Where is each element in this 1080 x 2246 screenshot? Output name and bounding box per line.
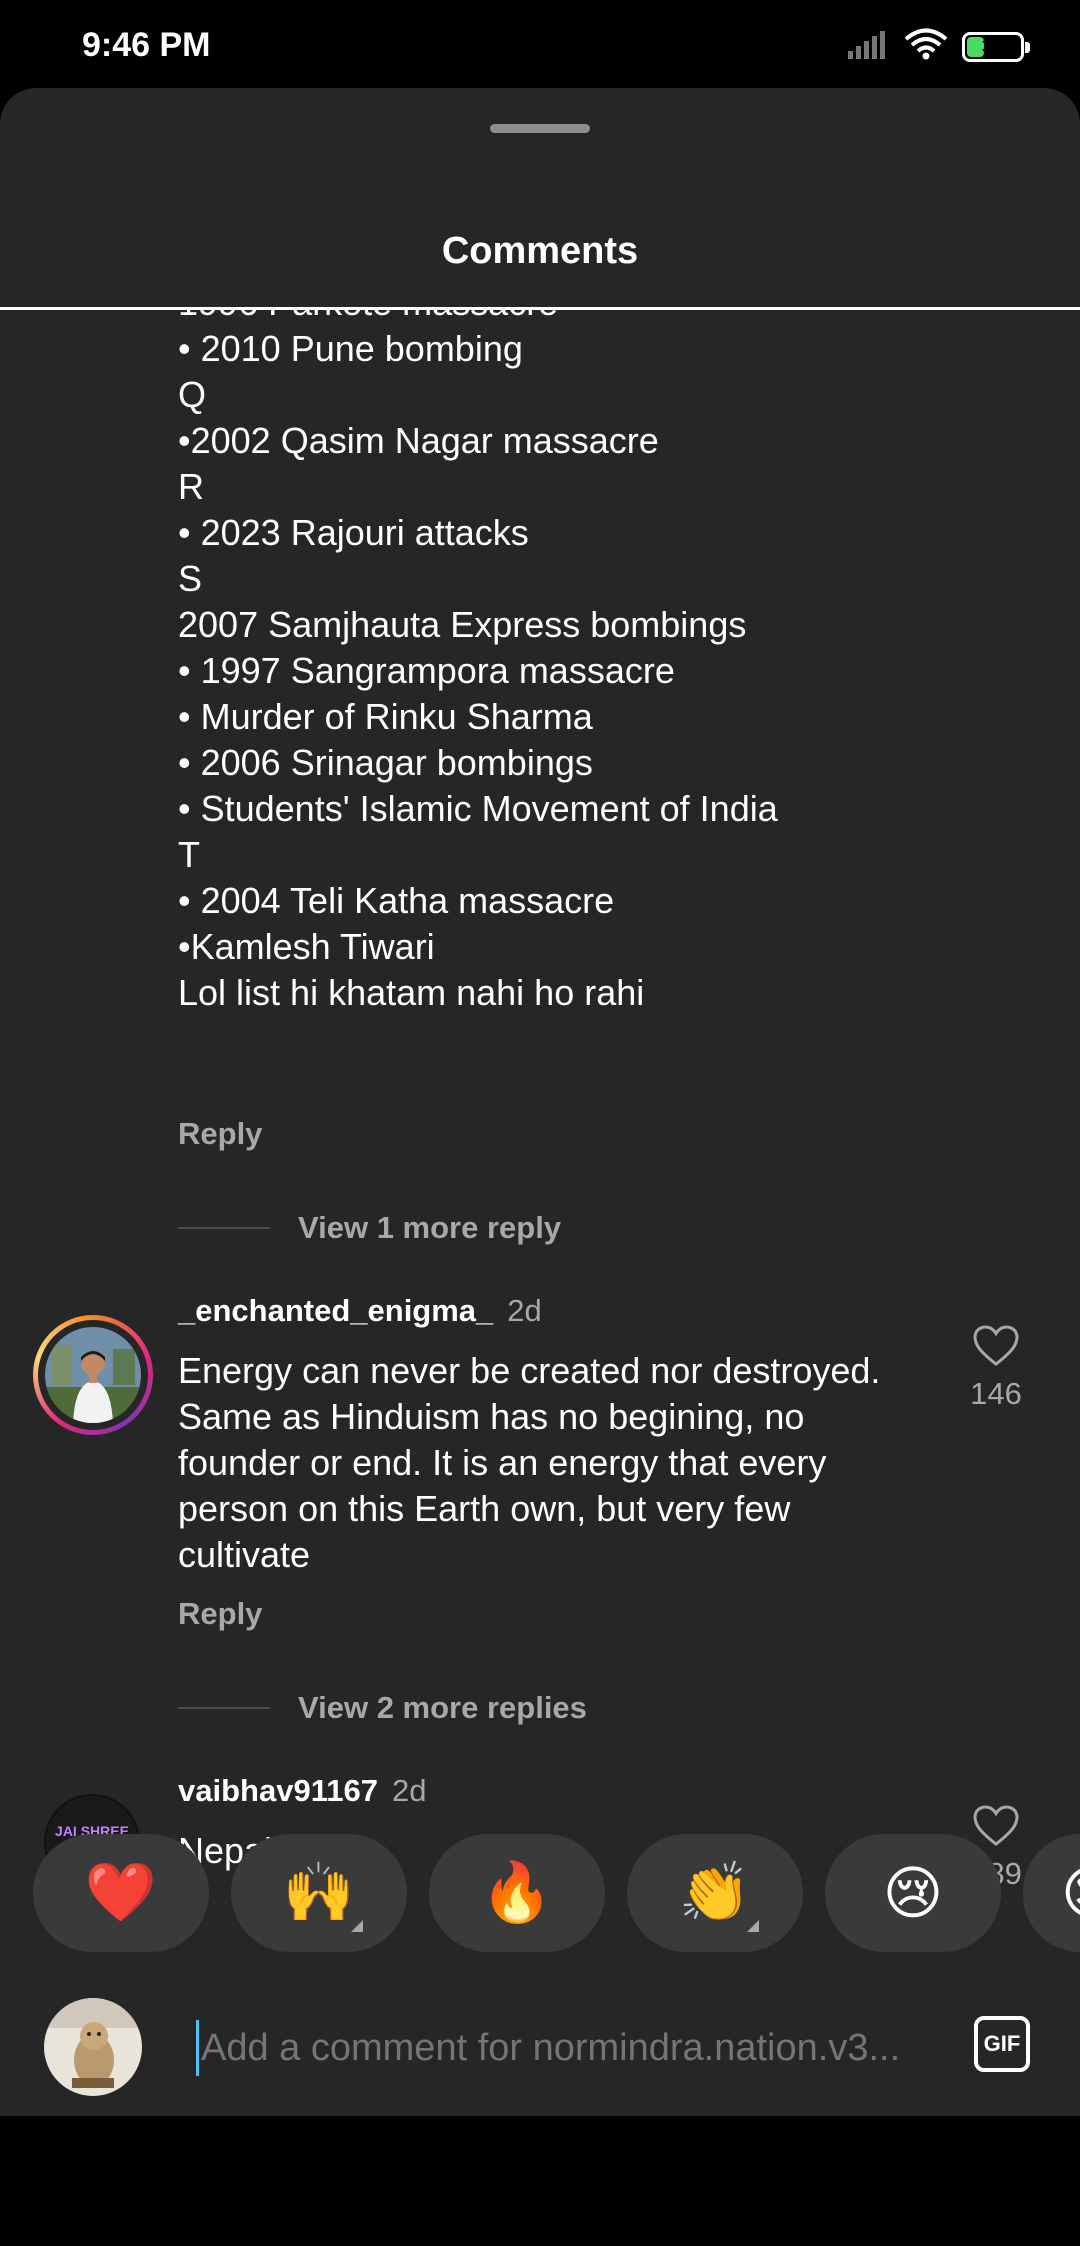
status-bar: 9:46 PM 33 [0,0,1080,92]
comment-text: Energy can never be created nor destroye… [178,1348,948,1578]
crying-face-icon: 😢 [882,1861,944,1926]
battery-level: 33 [981,35,1005,58]
navigation-bar-area [0,2116,1080,2246]
comment-line: 2007 Samjhauta Express bombings [178,604,747,645]
reaction-clapping-hands[interactable]: 👏 [627,1834,803,1952]
comment-line: R [178,466,204,507]
reaction-bar: ❤️ 🙌 🔥 👏 😢 😍 [0,1834,1080,1952]
comment-line: • 1997 Sangrampora massacre [178,650,675,691]
signal-icon [846,29,890,64]
fire-icon: 🔥 [480,1860,554,1925]
comment-line: Same as Hinduism has no begining, no [178,1396,805,1437]
comment-time: 2d [391,1773,427,1808]
view-replies-rule [178,1707,270,1709]
battery-icon: 33 [962,31,1030,62]
comment-list[interactable]: 1996 Parkote massacre • 2010 Pune bombin… [0,310,1080,1895]
comment-line: •Kamlesh Tiwari [178,926,435,967]
skin-tone-indicator [351,1920,363,1932]
comment-line: S [178,558,203,599]
user-avatar-photo [44,1998,142,2096]
comment-header: vaibhav91167 2d [178,1773,426,1809]
comment-username[interactable]: vaibhav91167 [178,1773,378,1808]
wifi-icon [904,28,948,65]
view-replies-rule [178,1227,270,1229]
like-count: 146 [970,1376,1022,1411]
comment-line: founder or end. It is an energy that eve… [178,1442,827,1483]
avatar[interactable] [45,1327,141,1423]
comment-line: • 2010 Pune bombing [178,328,523,369]
comments-sheet: Comments 1996 Parkote massacre • 2010 Pu… [0,88,1080,2116]
like-column: 146 [946,1325,1046,1412]
comment-input[interactable] [196,2020,923,2076]
heart-icon[interactable] [973,1325,1019,1371]
comment-line: • 2023 Rajouri attacks [178,512,529,553]
reaction-crying-face[interactable]: 😢 [825,1834,1001,1952]
comment-time: 2d [507,1293,542,1328]
reaction-raising-hands[interactable]: 🙌 [231,1834,407,1952]
comment-header: _enchanted_enigma_ 2d [178,1293,542,1329]
comment-line: • 2006 Srinagar bombings [178,742,593,783]
comment-line: • Students' Islamic Movement of India [178,788,778,829]
status-icons: 33 [846,28,1030,65]
comment-line: Lol list hi khatam nahi ho rahi [178,972,645,1013]
comment-line: Q [178,374,207,415]
reaction-fire[interactable]: 🔥 [429,1834,605,1952]
reaction-heart-eyes[interactable]: 😍 [1023,1834,1080,1952]
view-replies-button[interactable]: View 1 more reply [178,1210,561,1246]
skin-tone-indicator [747,1920,759,1932]
reply-button[interactable]: Reply [178,1116,262,1152]
comment-line: • 2004 Teli Katha massacre [178,880,615,921]
reply-button[interactable]: Reply [178,1596,262,1632]
heart-eyes-icon: 😍 [1061,1859,1080,1927]
comment-username[interactable]: _enchanted_enigma_ [178,1293,493,1328]
comment-line: •2002 Qasim Nagar massacre [178,420,659,461]
comment-line: person on this Earth own, but very few [178,1488,791,1529]
comment-line: cultivate [178,1534,311,1575]
drag-handle[interactable] [490,124,590,133]
comment-line: Energy can never be created nor destroye… [178,1350,881,1391]
view-replies-button[interactable]: View 2 more replies [178,1690,587,1726]
raising-hands-icon: 🙌 [282,1860,356,1925]
gif-button[interactable]: GIF [974,2016,1030,2072]
partial-comment-text: 1996 Parkote massacre • 2010 Pune bombin… [178,310,948,1016]
avatar-photo [45,1327,141,1423]
comment-line: 1996 Parkote massacre [178,310,948,326]
comment-line: T [178,834,200,875]
red-heart-icon: ❤️ [84,1860,158,1925]
user-avatar[interactable] [44,1998,142,2096]
reaction-red-heart[interactable]: ❤️ [33,1834,209,1952]
status-time: 9:46 PM [82,26,211,64]
comment-line: • Murder of Rinku Sharma [178,696,593,737]
view-replies-label: View 1 more reply [298,1210,562,1245]
clapping-hands-icon: 👏 [678,1860,752,1925]
view-replies-label: View 2 more replies [298,1690,587,1725]
comment-composer: GIF [0,1952,1080,2116]
sheet-title: Comments [441,230,639,272]
